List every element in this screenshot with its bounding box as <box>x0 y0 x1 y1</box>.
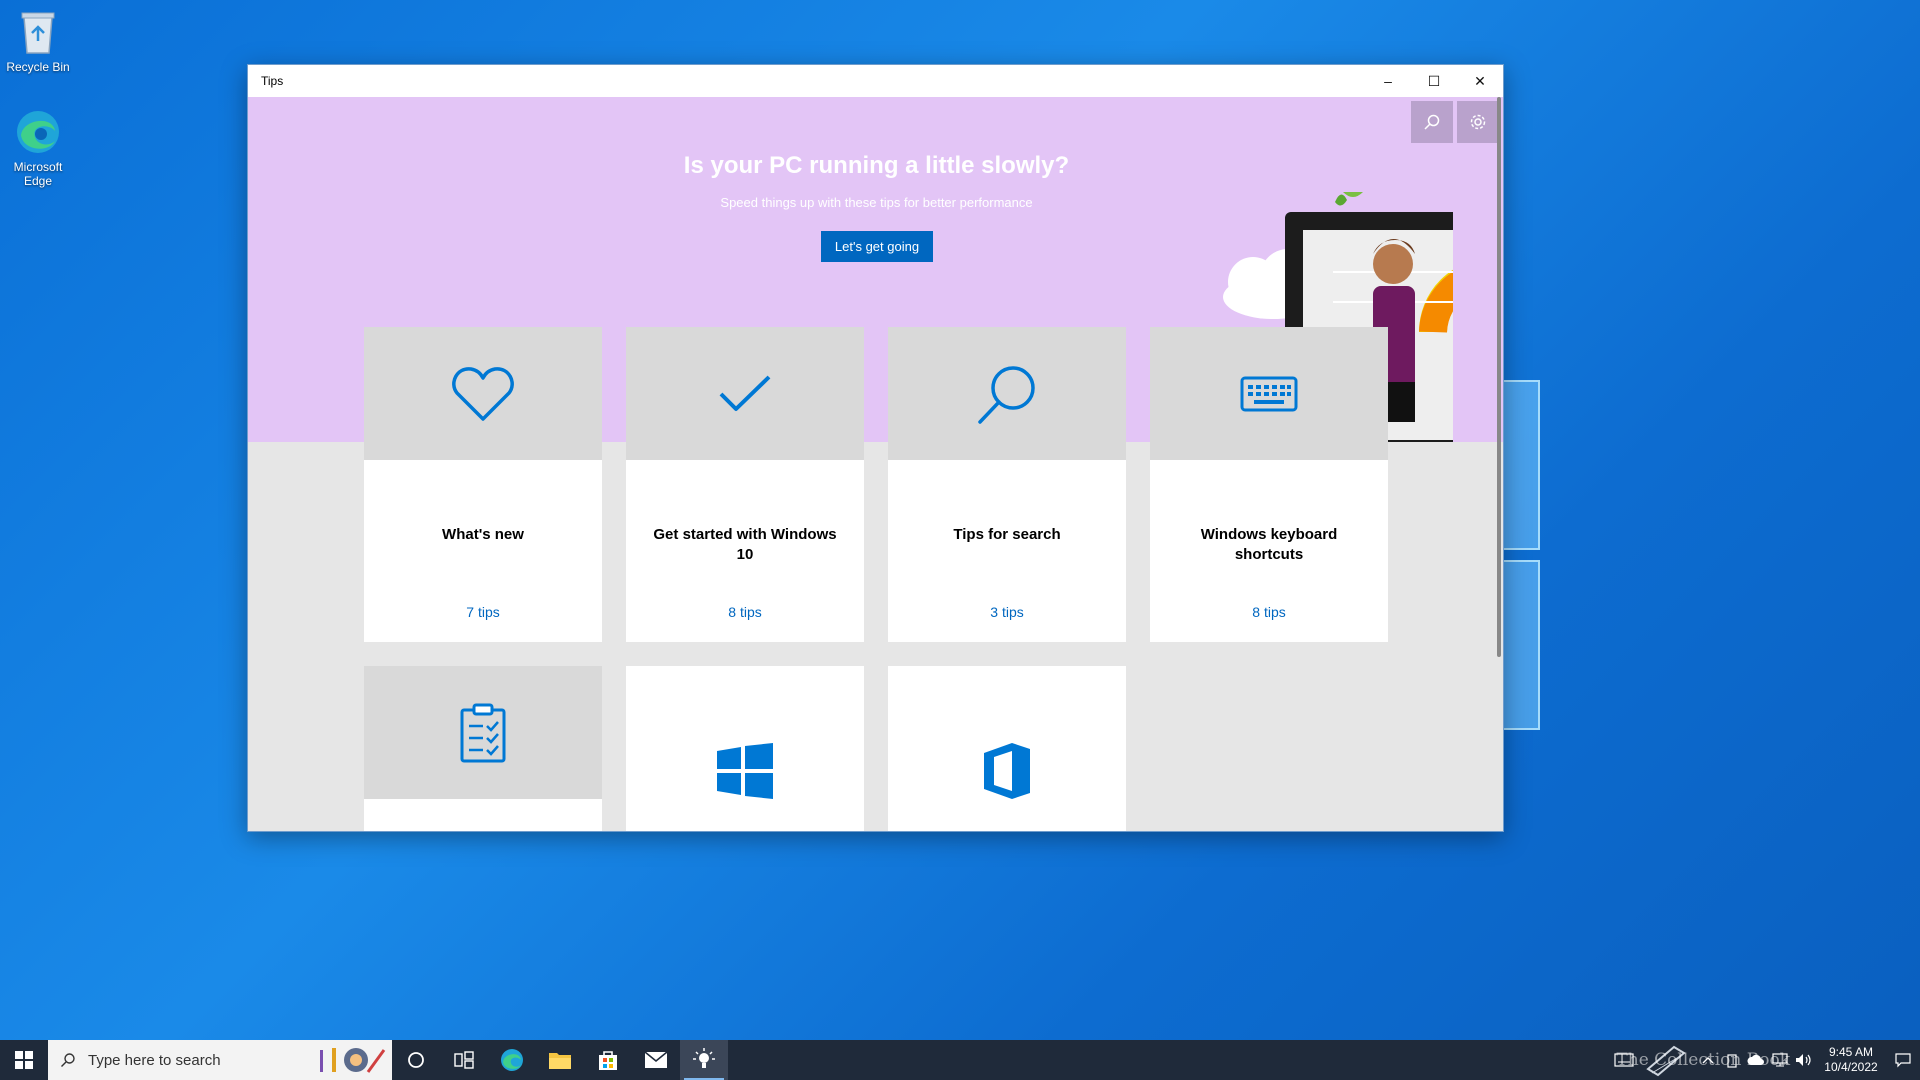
tips-content: Is your PC running a little slowly? Spee… <box>248 97 1503 831</box>
clipboard-checklist-icon <box>460 703 506 762</box>
card-icon-area <box>888 666 1126 831</box>
minimize-icon: – <box>1384 73 1392 89</box>
close-icon: ✕ <box>1474 72 1486 89</box>
tip-card-windows[interactable] <box>626 666 864 831</box>
card-icon-area <box>888 327 1126 460</box>
desktop-icon-recycle-bin[interactable]: Recycle Bin <box>0 8 76 74</box>
card-title: What's new <box>442 526 524 543</box>
card-icon-area <box>364 327 602 460</box>
card-title: Windows keyboard shortcuts <box>1200 526 1338 563</box>
recycle-bin-icon <box>14 8 62 56</box>
tray-volume[interactable] <box>1792 1040 1816 1080</box>
cortana-circle-icon <box>408 1052 424 1068</box>
task-view-icon <box>454 1051 474 1069</box>
card-title: Tips for search <box>953 526 1061 543</box>
hero-toolbar <box>1411 101 1499 143</box>
action-center-button[interactable] <box>1886 1040 1920 1080</box>
card-icon-area <box>364 666 602 799</box>
desktop-icon-edge[interactable]: Microsoft Edge <box>0 108 76 188</box>
desktop-icon-label: Recycle Bin <box>6 60 70 74</box>
mail-icon <box>644 1051 668 1068</box>
search-placeholder: Type here to search <box>88 1051 221 1069</box>
windows-start-icon <box>15 1051 33 1069</box>
taskbar-cortana[interactable] <box>392 1040 440 1080</box>
clock-time: 9:45 AM <box>1828 1045 1874 1059</box>
lets-get-going-button[interactable]: Let's get going <box>821 231 933 262</box>
magnifier-icon <box>978 365 1035 424</box>
folder-icon <box>549 1053 571 1069</box>
windows-logo-icon <box>717 743 773 799</box>
clock-date: 10/4/2022 <box>1824 1060 1878 1074</box>
checkmark-icon <box>719 375 771 411</box>
card-icon-area <box>1150 327 1388 460</box>
taskbar-search-box[interactable]: Type here to search <box>48 1040 392 1080</box>
card-tip-count: 7 tips <box>466 604 500 620</box>
taskbar-tips[interactable] <box>680 1040 728 1080</box>
desktop-icon-label: Microsoft Edge <box>13 160 63 188</box>
window-controls: – ☐ ✕ <box>1365 65 1503 97</box>
taskbar-edge[interactable] <box>488 1040 536 1080</box>
taskbar-store[interactable] <box>584 1040 632 1080</box>
tip-card-productivity[interactable] <box>364 666 602 831</box>
start-button[interactable] <box>0 1040 48 1080</box>
gear-icon <box>1470 114 1486 130</box>
tip-card-tips-for-search[interactable]: Tips for search 3 tips <box>888 327 1126 642</box>
taskbar-task-view[interactable] <box>440 1040 488 1080</box>
edge-icon <box>501 1049 523 1071</box>
tip-card-office[interactable] <box>888 666 1126 831</box>
notification-icon <box>1895 1053 1911 1068</box>
watermark-text: The Collection Book <box>1616 1050 1790 1070</box>
speaker-icon <box>1796 1054 1811 1066</box>
tip-card-keyboard-shortcuts[interactable]: Windows keyboard shortcuts 8 tips <box>1150 327 1388 642</box>
search-icon <box>1424 114 1440 130</box>
edge-icon <box>14 108 62 156</box>
search-button[interactable] <box>1411 101 1453 143</box>
card-icon-area <box>626 666 864 831</box>
card-tip-count: 8 tips <box>1252 604 1286 620</box>
lightbulb-icon <box>693 1048 715 1068</box>
tip-card-get-started[interactable]: Get started with Windows 10 8 tips <box>626 327 864 642</box>
tips-window: Tips – ☐ ✕ Is your PC running a little s… <box>247 64 1504 832</box>
desktop-wallpaper-logo <box>1500 380 1560 740</box>
maximize-button[interactable]: ☐ <box>1411 65 1457 97</box>
card-tip-count: 3 tips <box>990 604 1024 620</box>
hero-title: Is your PC running a little slowly? <box>683 152 1070 179</box>
window-title: Tips <box>261 74 284 88</box>
card-icon-area <box>626 327 864 460</box>
card-title: Get started with Windows 10 <box>653 526 837 563</box>
keyboard-icon <box>1240 376 1298 411</box>
taskbar-mail[interactable] <box>632 1040 680 1080</box>
heart-icon <box>452 366 514 421</box>
office-logo-icon <box>984 743 1030 799</box>
tip-card-whats-new[interactable]: What's new 7 tips <box>364 327 602 642</box>
close-button[interactable]: ✕ <box>1457 65 1503 97</box>
card-tip-count: 8 tips <box>728 604 762 620</box>
store-bag-icon <box>599 1051 617 1070</box>
search-icon <box>61 1053 75 1067</box>
settings-button[interactable] <box>1457 101 1499 143</box>
minimize-button[interactable]: – <box>1365 65 1411 97</box>
maximize-icon: ☐ <box>1427 72 1441 89</box>
title-bar[interactable]: Tips – ☐ ✕ <box>248 65 1503 97</box>
taskbar-file-explorer[interactable] <box>536 1040 584 1080</box>
taskbar-clock[interactable]: 9:45 AM 10/4/2022 <box>1816 1045 1886 1075</box>
search-highlight-illustration <box>320 1048 386 1073</box>
vertical-scrollbar[interactable] <box>1497 97 1501 657</box>
